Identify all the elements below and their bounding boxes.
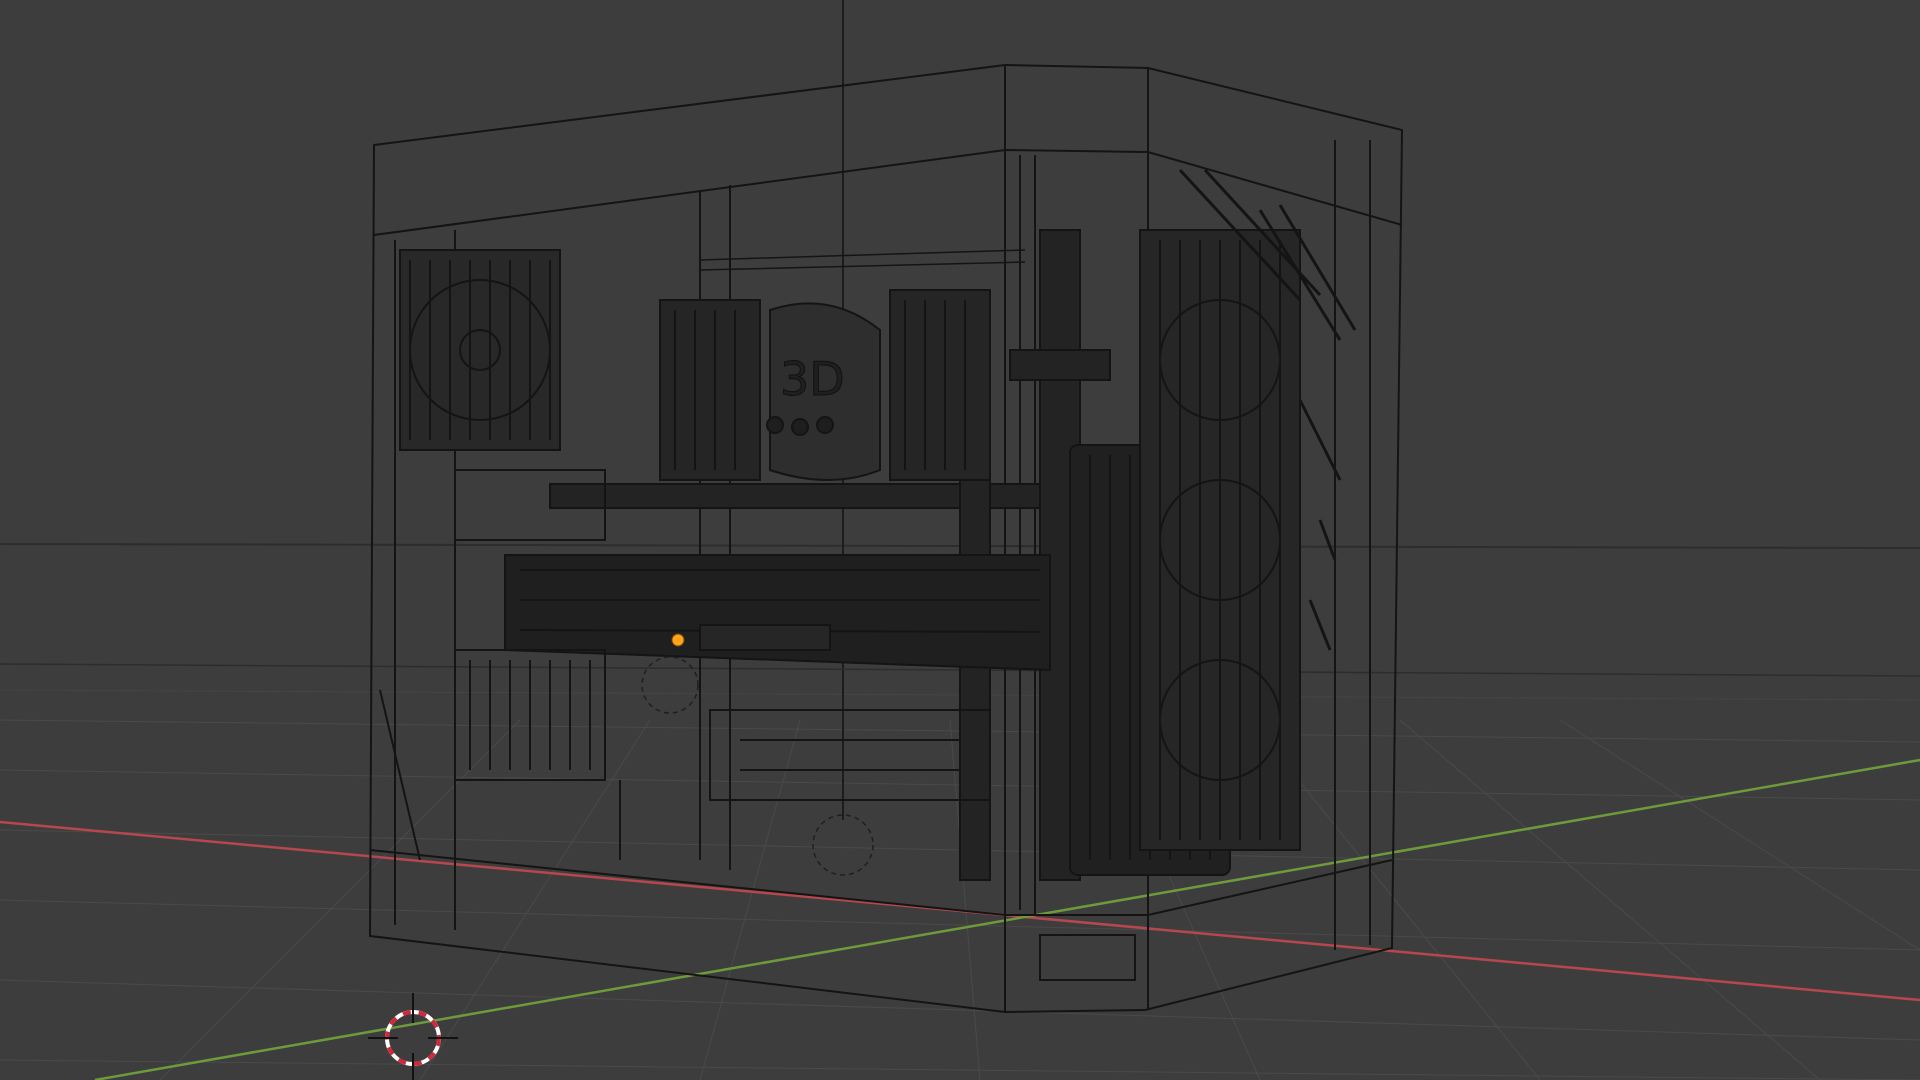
3d-viewport[interactable]: 3D (0, 0, 1920, 1080)
viewport-canvas[interactable]: 3D (0, 0, 1920, 1080)
empty-objects (641, 656, 874, 876)
front-radiator (1139, 229, 1301, 851)
top-radiator (399, 249, 561, 451)
object-origin-icon[interactable] (671, 633, 685, 647)
3d-cursor-icon[interactable] (368, 993, 458, 1080)
graphics-card (504, 554, 1051, 672)
cpu-block: 3D (766, 302, 881, 481)
fan-hub-text: 3D (780, 352, 845, 406)
y-axis-line (94, 758, 1920, 1080)
